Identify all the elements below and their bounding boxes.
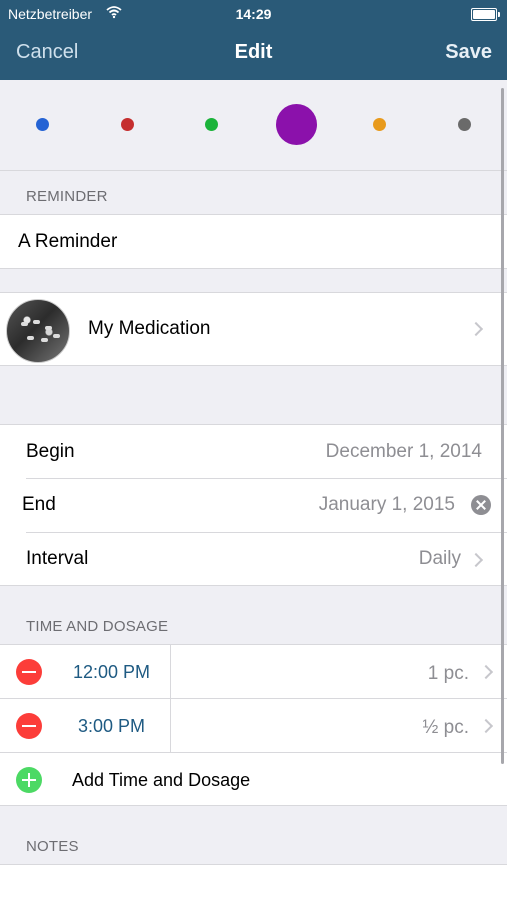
divider <box>170 645 171 698</box>
page-title: Edit <box>234 41 273 63</box>
color-option-orange[interactable] <box>373 118 386 131</box>
color-option-purple-selected[interactable] <box>276 104 317 145</box>
medication-row[interactable]: My Medication <box>0 292 507 366</box>
interval-value: Daily <box>418 548 461 569</box>
notes-field[interactable] <box>0 864 507 901</box>
remove-dosage-icon[interactable] <box>16 659 42 685</box>
end-date-value: January 1, 2015 <box>318 494 455 515</box>
schedule-group: Begin December 1, 2014 End January 1, 20… <box>0 424 507 586</box>
notes-section-label: NOTES <box>26 838 79 855</box>
divider <box>0 170 507 171</box>
chevron-right-icon <box>478 664 494 680</box>
end-label: End <box>22 494 56 515</box>
medication-photo <box>6 299 70 363</box>
chevron-right-icon <box>468 552 484 568</box>
divider <box>170 699 171 752</box>
begin-label: Begin <box>26 441 75 462</box>
reminder-name-field[interactable]: A Reminder <box>0 214 507 269</box>
dosage-amount[interactable]: 1 pc. <box>428 663 469 685</box>
end-date-row[interactable]: End January 1, 2015 <box>0 479 507 532</box>
reminder-section-label: REMINDER <box>26 188 108 205</box>
begin-date-value: December 1, 2014 <box>325 441 482 462</box>
color-option-gray[interactable] <box>458 118 471 131</box>
dosage-time[interactable]: 12:00 PM <box>73 662 150 683</box>
color-option-red[interactable] <box>121 118 134 131</box>
interval-row[interactable]: Interval Daily <box>0 533 507 585</box>
navigation-bar: Netzbetreiber 14:29 Cancel Edit Save <box>0 0 507 80</box>
clear-end-date-icon[interactable] <box>471 495 491 515</box>
battery-icon <box>471 8 500 21</box>
medication-name: My Medication <box>88 318 211 339</box>
dosage-section-label: TIME AND DOSAGE <box>26 618 169 635</box>
reminder-name-value: A Reminder <box>18 231 118 252</box>
color-option-green[interactable] <box>205 118 218 131</box>
dosage-entry-row: 12:00 PM 1 pc. <box>0 645 507 698</box>
color-option-blue[interactable] <box>36 118 49 131</box>
dosage-entry-row: 3:00 PM ½ pc. <box>0 699 507 752</box>
chevron-right-icon <box>478 718 494 734</box>
status-bar: Netzbetreiber 14:29 <box>0 0 507 28</box>
dosage-amount[interactable]: ½ pc. <box>423 717 469 739</box>
chevron-right-icon <box>468 321 484 337</box>
add-dosage-row[interactable]: Add Time and Dosage <box>0 753 507 805</box>
interval-label: Interval <box>26 548 89 569</box>
add-dosage-label: Add Time and Dosage <box>72 770 251 790</box>
add-dosage-icon[interactable] <box>16 767 42 793</box>
scrollbar[interactable] <box>501 88 504 764</box>
status-time: 14:29 <box>235 6 272 22</box>
dosage-group: 12:00 PM 1 pc. 3:00 PM ½ pc. Add Time an… <box>0 644 507 806</box>
color-picker <box>0 80 507 170</box>
remove-dosage-icon[interactable] <box>16 713 42 739</box>
save-button[interactable]: Save <box>445 41 492 64</box>
begin-date-row[interactable]: Begin December 1, 2014 <box>0 425 507 478</box>
dosage-time[interactable]: 3:00 PM <box>78 716 145 737</box>
